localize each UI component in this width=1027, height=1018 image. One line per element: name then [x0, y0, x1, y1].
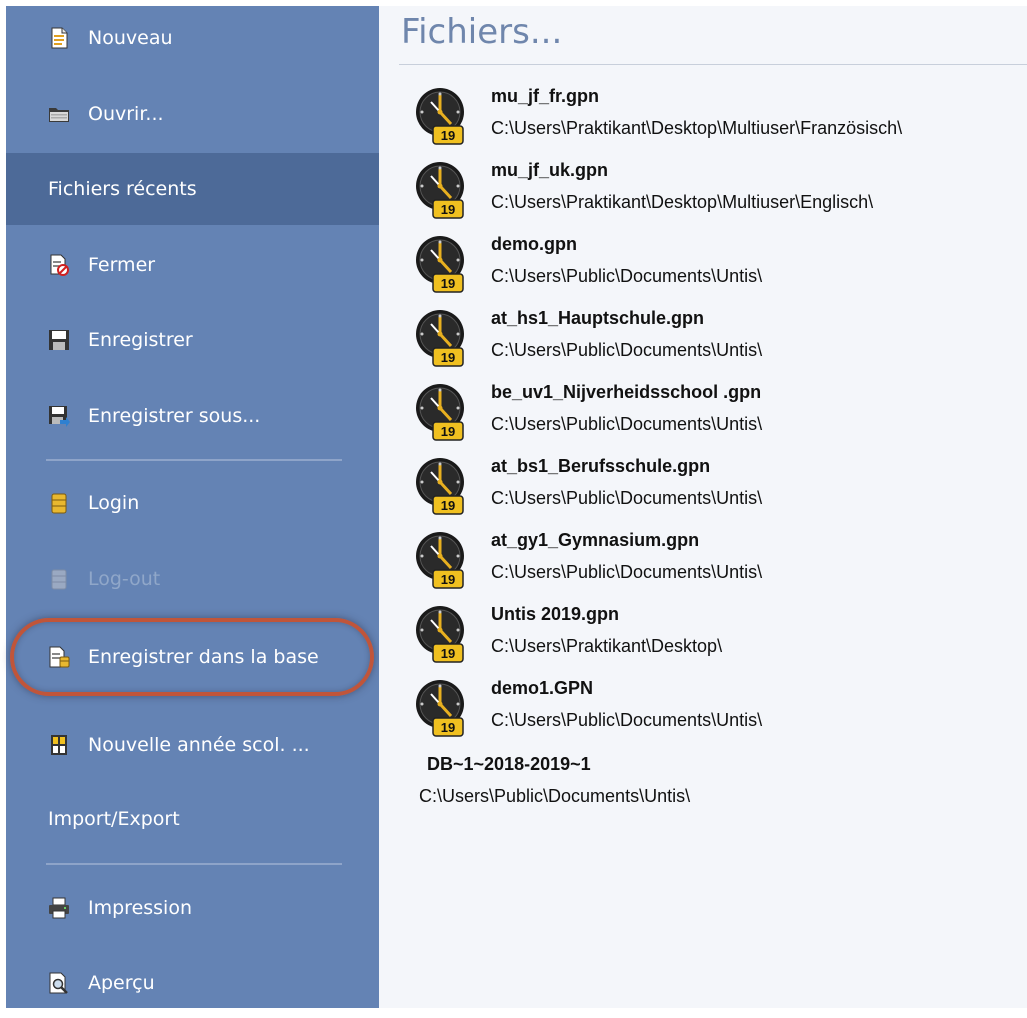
file-path: C:\Users\Public\Documents\Untis\: [491, 340, 763, 360]
menu-item-save[interactable]: Enregistrer: [6, 305, 379, 375]
untis-clock-icon: 19: [416, 384, 464, 441]
untis-clock-icon: 19: [416, 680, 464, 737]
version-badge: 19: [441, 646, 455, 661]
menu-item-logout[interactable]: Log-out: [6, 544, 379, 614]
menu-item-label: Impression: [88, 897, 192, 919]
file-name: mu_jf_fr.gpn: [491, 86, 600, 106]
file-path: C:\Users\Public\Documents\Untis\: [491, 488, 763, 508]
page-title: Fichiers...: [401, 12, 563, 52]
print-preview-icon: [49, 972, 68, 994]
untis-clock-icon: 19: [416, 236, 464, 293]
untis-clock-icon: 19: [416, 606, 464, 663]
menu-item-label: Enregistrer sous...: [88, 405, 261, 427]
version-badge: 19: [441, 128, 455, 143]
file-name: at_hs1_Hauptschule.gpn: [491, 308, 705, 328]
recent-file-row[interactable]: 19 Untis 2019.gpn C:\Users\Praktikant\Des…: [413, 604, 1027, 678]
open-folder-icon: [49, 108, 69, 122]
untis-clock-icon: 19: [416, 88, 464, 145]
file-name: DB~1~2018-2019~1: [427, 754, 591, 774]
file-name: demo.gpn: [491, 234, 577, 254]
menu-item-login[interactable]: Login: [6, 468, 379, 538]
version-badge: 19: [441, 424, 455, 439]
recent-file-row[interactable]: 19 mu_jf_uk.gpn C:\Users\Praktikant\Deskt…: [413, 160, 1027, 234]
backstage-sidebar: Nouveau Ouvrir... Fichiers récents Ferme…: [6, 6, 379, 1008]
menu-item-close[interactable]: Fermer: [6, 230, 379, 300]
recent-file-row[interactable]: 19 demo.gpn C:\Users\Public\Documents\Unt…: [413, 234, 1027, 308]
menu-item-import-export[interactable]: Import/Export: [6, 784, 379, 854]
version-badge: 19: [441, 720, 455, 735]
printer-icon: [49, 897, 69, 919]
recent-file-row[interactable]: 19 mu_jf_fr.gpn C:\Users\Praktikant\Deskt…: [413, 86, 1027, 160]
untis-clock-icon: 19: [416, 532, 464, 589]
save-as-icon: [49, 406, 70, 427]
menu-item-label: Enregistrer dans la base: [88, 646, 319, 668]
menu-item-new[interactable]: Nouveau: [6, 3, 379, 73]
version-badge: 19: [441, 350, 455, 365]
recent-file-row[interactable]: DB~1~2018-2019~1 C:\Users\Public\Document…: [413, 754, 1027, 828]
recent-file-row[interactable]: 19 at_hs1_Hauptschule.gpn C:\Users\Public…: [413, 308, 1027, 382]
recent-file-row[interactable]: 19 be_uv1_Nijverheidsschool .gpn C:\Users…: [413, 382, 1027, 456]
menu-item-label: Nouvelle année scol. ...: [88, 734, 310, 756]
file-path: C:\Users\Public\Documents\Untis\: [491, 414, 763, 434]
file-path: C:\Users\Praktikant\Desktop\: [491, 636, 723, 656]
separator: [46, 459, 342, 461]
file-name: demo1.GPN: [491, 678, 594, 698]
database-icon: [51, 569, 67, 590]
menu-item-label: Nouveau: [88, 27, 173, 49]
recent-files-panel: Fichiers... 19 mu_jf_fr.gpn C:\Users\Prak…: [379, 6, 1027, 1008]
menu-item-save-as[interactable]: Enregistrer sous...: [6, 381, 379, 451]
new-school-year-icon: [51, 735, 67, 755]
recent-file-row[interactable]: 19 at_bs1_Berufsschule.gpn C:\Users\Publi…: [413, 456, 1027, 530]
version-badge: 19: [441, 202, 455, 217]
close-file-icon: [50, 254, 69, 276]
save-icon: [49, 330, 69, 350]
menu-item-open[interactable]: Ouvrir...: [6, 79, 379, 149]
menu-item-recent-files[interactable]: Fichiers récents: [6, 153, 379, 225]
menu-item-label: Fermer: [88, 254, 156, 276]
recent-file-row[interactable]: 19 demo1.GPN C:\Users\Public\Documents\Un…: [413, 678, 1027, 752]
title-divider: [399, 64, 1027, 65]
file-name: be_uv1_Nijverheidsschool .gpn: [491, 382, 762, 402]
file-path: C:\Users\Public\Documents\Untis\: [419, 786, 691, 806]
new-document-icon: [51, 27, 68, 49]
file-name: at_gy1_Gymnasium.gpn: [491, 530, 700, 550]
version-badge: 19: [441, 572, 455, 587]
menu-item-save-to-database[interactable]: Enregistrer dans la base: [6, 622, 379, 692]
file-path: C:\Users\Praktikant\Desktop\Multiuser\Fr…: [491, 118, 903, 138]
recent-file-row[interactable]: 19 at_gy1_Gymnasium.gpn C:\Users\Public\D…: [413, 530, 1027, 604]
menu-item-label: Aperçu: [88, 972, 155, 994]
untis-clock-icon: 19: [416, 162, 464, 219]
file-name: mu_jf_uk.gpn: [491, 160, 609, 180]
file-name: Untis 2019.gpn: [491, 604, 620, 624]
menu-item-new-school-year[interactable]: Nouvelle année scol. ...: [6, 710, 379, 780]
file-path: C:\Users\Praktikant\Desktop\Multiuser\En…: [491, 192, 874, 212]
version-badge: 19: [441, 498, 455, 513]
menu-item-label: Log-out: [88, 568, 161, 590]
menu-item-label: Import/Export: [48, 808, 180, 830]
file-path: C:\Users\Public\Documents\Untis\: [491, 710, 763, 730]
menu-item-label: Login: [88, 492, 140, 514]
menu-item-label: Enregistrer: [88, 329, 193, 351]
version-badge: 19: [441, 276, 455, 291]
database-icon: [51, 493, 67, 514]
menu-item-print[interactable]: Impression: [6, 873, 379, 943]
separator: [46, 863, 342, 865]
save-to-database-icon: [49, 646, 70, 668]
menu-item-label: Fichiers récents: [48, 178, 197, 200]
file-path: C:\Users\Public\Documents\Untis\: [491, 562, 763, 582]
file-path: C:\Users\Public\Documents\Untis\: [491, 266, 763, 286]
menu-item-label: Ouvrir...: [88, 103, 164, 125]
file-name: at_bs1_Berufsschule.gpn: [491, 456, 711, 476]
untis-clock-icon: 19: [416, 458, 464, 515]
untis-clock-icon: 19: [416, 310, 464, 367]
